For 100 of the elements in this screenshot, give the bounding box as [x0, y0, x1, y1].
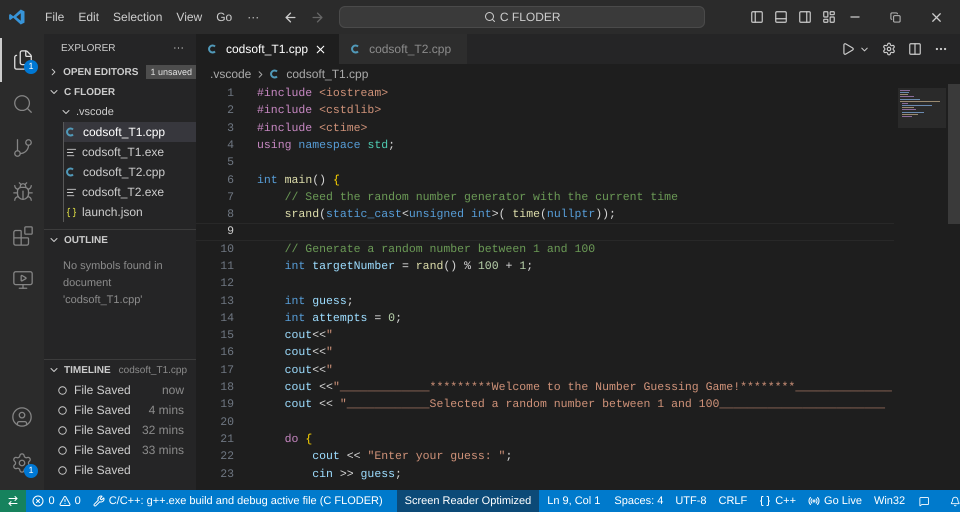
line-number: 2	[226, 103, 234, 120]
timeline-time: now	[162, 382, 184, 399]
restore-icon[interactable]	[890, 12, 901, 22]
problems-indicator[interactable]: 0 0	[26, 492, 87, 510]
code-line: #include <cstdlib>	[257, 103, 382, 120]
line-number: 1	[226, 86, 234, 102]
activity-item[interactable]: 1	[0, 440, 44, 486]
timeline-entry[interactable]: File Saved now	[44, 380, 196, 400]
platform[interactable]: Win32	[868, 492, 912, 510]
menu-item[interactable]: Edit	[71, 8, 106, 26]
toggle-panel-icon[interactable]	[774, 10, 788, 24]
editor-tab[interactable]: codsoft_T2.cpp	[339, 34, 468, 64]
code-line: cout << "____________Selected a random number between 1 and 100________________________	[284, 397, 886, 414]
code-line: cout << "Enter your guess: ";	[311, 449, 512, 466]
code-line: cout <<"_____________*********Welcome to the Number Guessing Game!********______________	[284, 380, 892, 396]
build-task[interactable]: C/C++: g++.exe build and debug active file (C FLODER)	[86, 492, 389, 510]
remote-icon	[12, 269, 34, 291]
line-number: 13	[219, 294, 234, 310]
breadcrumb-item[interactable]: codsoft_T1.cpp	[286, 65, 368, 83]
timeline-label: File Saved	[74, 402, 131, 419]
editor-tab[interactable]: codsoft_T1.cpp	[196, 34, 340, 64]
more-menu-button[interactable]: ···	[239, 8, 268, 26]
line-number: 9	[226, 224, 234, 240]
tree-file[interactable]: codsoft_T1.exe	[64, 142, 196, 162]
timeline-entry[interactable]: File Saved 32 mins	[44, 420, 196, 440]
sidebar-title: EXPLORER	[61, 42, 116, 56]
menu-item[interactable]: Go	[209, 8, 240, 26]
line-number: 4	[226, 138, 234, 154]
timeline-time: 32 mins	[142, 422, 184, 439]
tree-file[interactable]: codsoft_T2.exe	[64, 182, 196, 202]
forward-icon[interactable]	[310, 10, 326, 24]
line-number: 18	[219, 380, 234, 396]
line-number: 23	[219, 466, 234, 483]
tree-folder[interactable]: .vscode	[44, 102, 196, 122]
remote-icon	[7, 495, 20, 507]
broadcast-icon	[808, 495, 820, 507]
indentation[interactable]: Spaces: 4	[608, 492, 670, 510]
split-editor-icon[interactable]	[908, 42, 922, 56]
breadcrumb-item[interactable]: .vscode	[210, 65, 252, 83]
section-header[interactable]: C FLODER	[44, 82, 196, 102]
commit-icon	[58, 386, 67, 394]
screen-reader-mode[interactable]: Screen Reader Optimized	[396, 490, 540, 512]
timeline-entry[interactable]: File Saved 33 mins	[44, 440, 196, 460]
timeline-label: File Saved	[74, 442, 131, 459]
settings-icon	[11, 452, 33, 474]
back-icon[interactable]	[283, 10, 298, 24]
code-line: int main() {	[257, 172, 340, 188]
run-icon[interactable]	[841, 42, 855, 56]
section-header[interactable]: TIMELINE codsoft_T1.cpp	[44, 360, 196, 380]
timeline-file: codsoft_T1.cpp	[118, 364, 188, 378]
line-number: 17	[219, 362, 234, 379]
menu-item[interactable]: Selection	[106, 8, 170, 26]
line-number: 15	[219, 328, 234, 344]
extensions-icon	[12, 225, 34, 247]
section-header[interactable]: OPEN EDITORS 1 unsaved	[44, 62, 196, 82]
code-line: int guess;	[284, 294, 354, 310]
line-number: 16	[219, 345, 234, 362]
outline-message: No symbols found in document 'codsoft_T1.cpp'	[62, 259, 164, 308]
scrollbar-thumb[interactable]	[948, 84, 960, 224]
language-mode[interactable]: C++	[753, 492, 802, 510]
code-line: cout<<"	[284, 328, 333, 344]
timeline-entry[interactable]: File Saved	[44, 460, 196, 480]
line-ending[interactable]: CRLF	[712, 492, 754, 510]
tree-file[interactable]: codsoft_T1.cpp	[64, 122, 196, 142]
line-number: 22	[219, 449, 234, 466]
unsaved-badge: 1 unsaved	[146, 65, 196, 79]
notifications-icon[interactable]	[950, 494, 960, 508]
timeline-entry[interactable]: File Saved 4 mins	[44, 400, 196, 420]
code-line: #include <iostream>	[257, 86, 388, 102]
customize-layout-icon[interactable]	[822, 10, 836, 24]
cursor-position[interactable]: Ln 9, Col 1	[539, 492, 608, 510]
code-line: do {	[284, 432, 312, 448]
feedback-icon[interactable]	[919, 494, 930, 508]
toggle-secondary-sidebar-icon[interactable]	[798, 10, 812, 24]
line-number: 14	[219, 310, 234, 327]
more-actions-button[interactable]: ···	[173, 40, 184, 56]
settings-icon[interactable]	[882, 42, 896, 56]
tree-file[interactable]: codsoft_T2.cpp	[64, 162, 196, 182]
debug-icon	[12, 181, 34, 203]
code-line: using namespace std;	[257, 138, 396, 154]
warning-icon	[58, 495, 71, 507]
go-live-button[interactable]: Go Live	[802, 492, 868, 510]
code-line: int targetNumber = rand() % 100 + 1;	[284, 258, 534, 275]
timeline-time: 4 mins	[148, 402, 184, 419]
tree-file[interactable]: launch.json	[64, 202, 196, 222]
line-number: 10	[219, 242, 234, 258]
encoding[interactable]: UTF-8	[669, 492, 712, 510]
command-center-search[interactable]: C FLODER	[339, 6, 706, 28]
line-number: 3	[226, 120, 234, 137]
line-number: 19	[219, 397, 234, 414]
code-line: cout<<"	[284, 345, 333, 362]
section-header[interactable]: OUTLINE	[44, 230, 196, 250]
toggle-sidebar-icon[interactable]	[750, 10, 764, 24]
search-icon	[484, 11, 496, 23]
remote-indicator[interactable]	[0, 490, 26, 512]
code-line: cout<<"	[284, 362, 333, 379]
app-logo-icon	[8, 8, 26, 26]
close-icon[interactable]	[314, 42, 328, 56]
menu-item[interactable]: File	[38, 8, 72, 26]
menu-item[interactable]: View	[169, 8, 210, 26]
